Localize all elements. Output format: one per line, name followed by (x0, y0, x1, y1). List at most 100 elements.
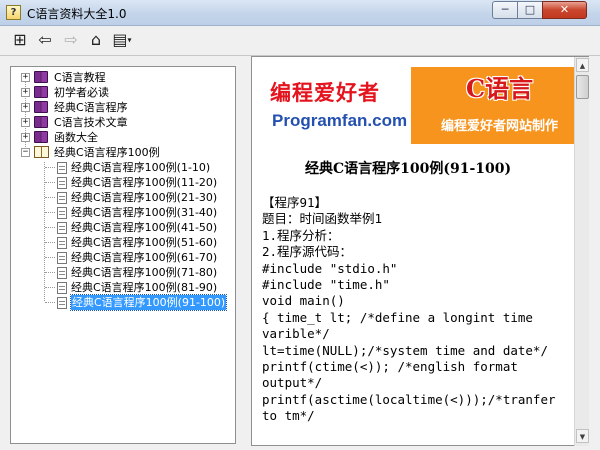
tree-connector (45, 167, 55, 168)
tree-item-label: 经典C语言程序100例(91-100) (69, 294, 228, 311)
options-icon: ▤ (112, 30, 128, 49)
scroll-up-arrow-icon[interactable]: ▲ (576, 58, 589, 72)
page-icon (57, 237, 67, 249)
code-line: void main() (262, 293, 345, 309)
tree-item-label: 经典C语言程序100例(1-10) (71, 161, 211, 174)
tree-item-label: 经典C语言程序100例(21-30) (71, 191, 218, 204)
expand-icon[interactable]: + (21, 73, 30, 82)
minimize-button[interactable]: ─ (492, 1, 518, 19)
contents-tree[interactable]: + C语言教程 + 初学者必读 + 经典C语言程序 + C语言技术文章 + 函数… (10, 66, 236, 444)
book-icon (34, 71, 48, 83)
tree-item-label: 函数大全 (54, 131, 98, 144)
page-icon (57, 177, 67, 189)
tree-child-item[interactable]: 经典C语言程序100例(61-70) (11, 250, 235, 265)
forward-arrow-icon[interactable]: ⇨ (60, 30, 82, 52)
page-icon (57, 207, 67, 219)
tree-item-functions[interactable]: + 函数大全 (11, 130, 231, 145)
tree-item-label: 经典C语言程序100例(81-90) (71, 281, 218, 294)
code-line: 2.程序源代码： (262, 244, 353, 260)
tree-item-beginners[interactable]: + 初学者必读 (11, 85, 231, 100)
window-title: C语言资料大全1.0 (27, 7, 127, 21)
tree-item-classic-programs[interactable]: + 经典C语言程序 (11, 100, 231, 115)
code-line: 1.程序分析： (262, 227, 340, 243)
tree-child-item[interactable]: 经典C语言程序100例(41-50) (11, 220, 235, 235)
tree-item-tech-articles[interactable]: + C语言技术文章 (11, 115, 231, 130)
code-line: #include "time.h" (262, 276, 390, 292)
tree-connector (45, 197, 55, 198)
expand-icon[interactable]: + (21, 133, 30, 142)
tree-item-label: C语言教程 (54, 71, 106, 84)
code-line: lt=time(NULL);/*system time and date*/ (262, 342, 548, 358)
expand-icon[interactable]: + (21, 88, 30, 97)
code-line: varible*/ (262, 326, 330, 342)
tree-connector (45, 257, 55, 258)
page-icon (57, 252, 67, 264)
tree-child-item[interactable]: 经典C语言程序100例(21-30) (11, 190, 235, 205)
book-icon (34, 116, 48, 128)
tree-item-label: 经典C语言程序 (54, 101, 128, 114)
vertical-scrollbar[interactable]: ▲ ▼ (574, 57, 589, 446)
page-icon (57, 282, 67, 294)
tree-item-label: 经典C语言程序100例(61-70) (71, 251, 218, 264)
scroll-down-arrow-icon[interactable]: ▼ (576, 429, 589, 443)
tree-item-label: 初学者必读 (54, 86, 109, 99)
back-arrow-icon[interactable]: ⇦ (34, 30, 56, 52)
hide-pane-icon[interactable]: ⊞ (9, 30, 31, 52)
brand-name-cn: 编程爱好者 (270, 81, 380, 105)
scrollbar-thumb[interactable] (576, 75, 589, 99)
chevron-down-icon: ▾ (127, 35, 132, 45)
code-line: to tm*/ (262, 408, 315, 424)
maximize-button[interactable]: □ (517, 1, 543, 19)
tree-connector (45, 182, 55, 183)
code-line: printf(asctime(localtime(<)));/*tranfer (262, 391, 556, 407)
book-icon (34, 101, 48, 113)
tree-item-label: C语言技术文章 (54, 116, 128, 129)
toolbar: ⊞ ⇦ ⇨ ⌂ ▤▾ (0, 26, 600, 56)
title-bar: ? C语言资料大全1.0 ─ □ ✕ (0, 0, 600, 26)
tree-connector (45, 242, 55, 243)
tree-child-item[interactable]: 经典C语言程序100例(1-10) (11, 160, 235, 175)
tree-item-label: 经典C语言程序100例(71-80) (71, 266, 218, 279)
home-icon[interactable]: ⌂ (84, 30, 108, 52)
page-icon (57, 192, 67, 204)
tree-child-item[interactable]: 经典C语言程序100例(71-80) (11, 265, 235, 280)
tree-connector (45, 302, 55, 303)
book-icon (34, 131, 48, 143)
tree-item-c-tutorial[interactable]: + C语言教程 (11, 70, 231, 85)
code-line: { time_t lt; /*define a longint time (262, 309, 533, 325)
tree-connector (45, 287, 55, 288)
tree-item-label: 经典C语言程序100例(11-20) (71, 176, 218, 189)
banner-logo-text: C语言 (466, 74, 534, 103)
book-icon (34, 86, 48, 98)
tree-child-item[interactable]: 经典C语言程序100例(31-40) (11, 205, 235, 220)
code-line: output*/ (262, 375, 323, 391)
tree-child-item[interactable]: 经典C语言程序100例(11-20) (11, 175, 235, 190)
page-icon (57, 297, 67, 309)
tree-child-item[interactable]: 经典C语言程序100例(51-60) (11, 235, 235, 250)
document-heading: 经典C语言程序100例(91-100) (305, 161, 512, 177)
tree-child-item[interactable]: 经典C语言程序100例(81-90) (11, 280, 235, 295)
tree-item-label: 经典C语言程序100例(41-50) (71, 221, 218, 234)
code-line: 题目：时间函数举例1 (262, 211, 383, 227)
code-line: printf(ctime(<)); /*english format (262, 358, 518, 374)
options-menu-button[interactable]: ▤▾ (110, 30, 134, 52)
tree-item-label: 经典C语言程序100例(31-40) (71, 206, 218, 219)
code-line: 【程序91】 (262, 195, 328, 210)
tree-connector (45, 272, 55, 273)
collapse-icon[interactable]: − (21, 148, 30, 157)
banner-tagline: 编程爱好者网站制作 (441, 119, 559, 134)
tree-item-label: 经典C语言程序100例 (54, 146, 160, 159)
page-icon (57, 267, 67, 279)
brand-name-en: Programfan.com (272, 111, 408, 130)
page-icon (57, 222, 67, 234)
close-button[interactable]: ✕ (542, 1, 587, 19)
program-listing: 【程序91】 题目：时间函数举例1 1.程序分析： 2.程序源代码： #incl… (262, 195, 574, 424)
tree-connector (45, 212, 55, 213)
tree-child-item-selected[interactable]: 经典C语言程序100例(91-100) (11, 294, 235, 311)
app-help-icon[interactable]: ? (6, 5, 21, 20)
tree-item-100-examples[interactable]: − 经典C语言程序100例 (11, 145, 231, 160)
expand-icon[interactable]: + (21, 118, 30, 127)
tree-item-label: 经典C语言程序100例(51-60) (71, 236, 218, 249)
page-icon (57, 162, 67, 174)
expand-icon[interactable]: + (21, 103, 30, 112)
